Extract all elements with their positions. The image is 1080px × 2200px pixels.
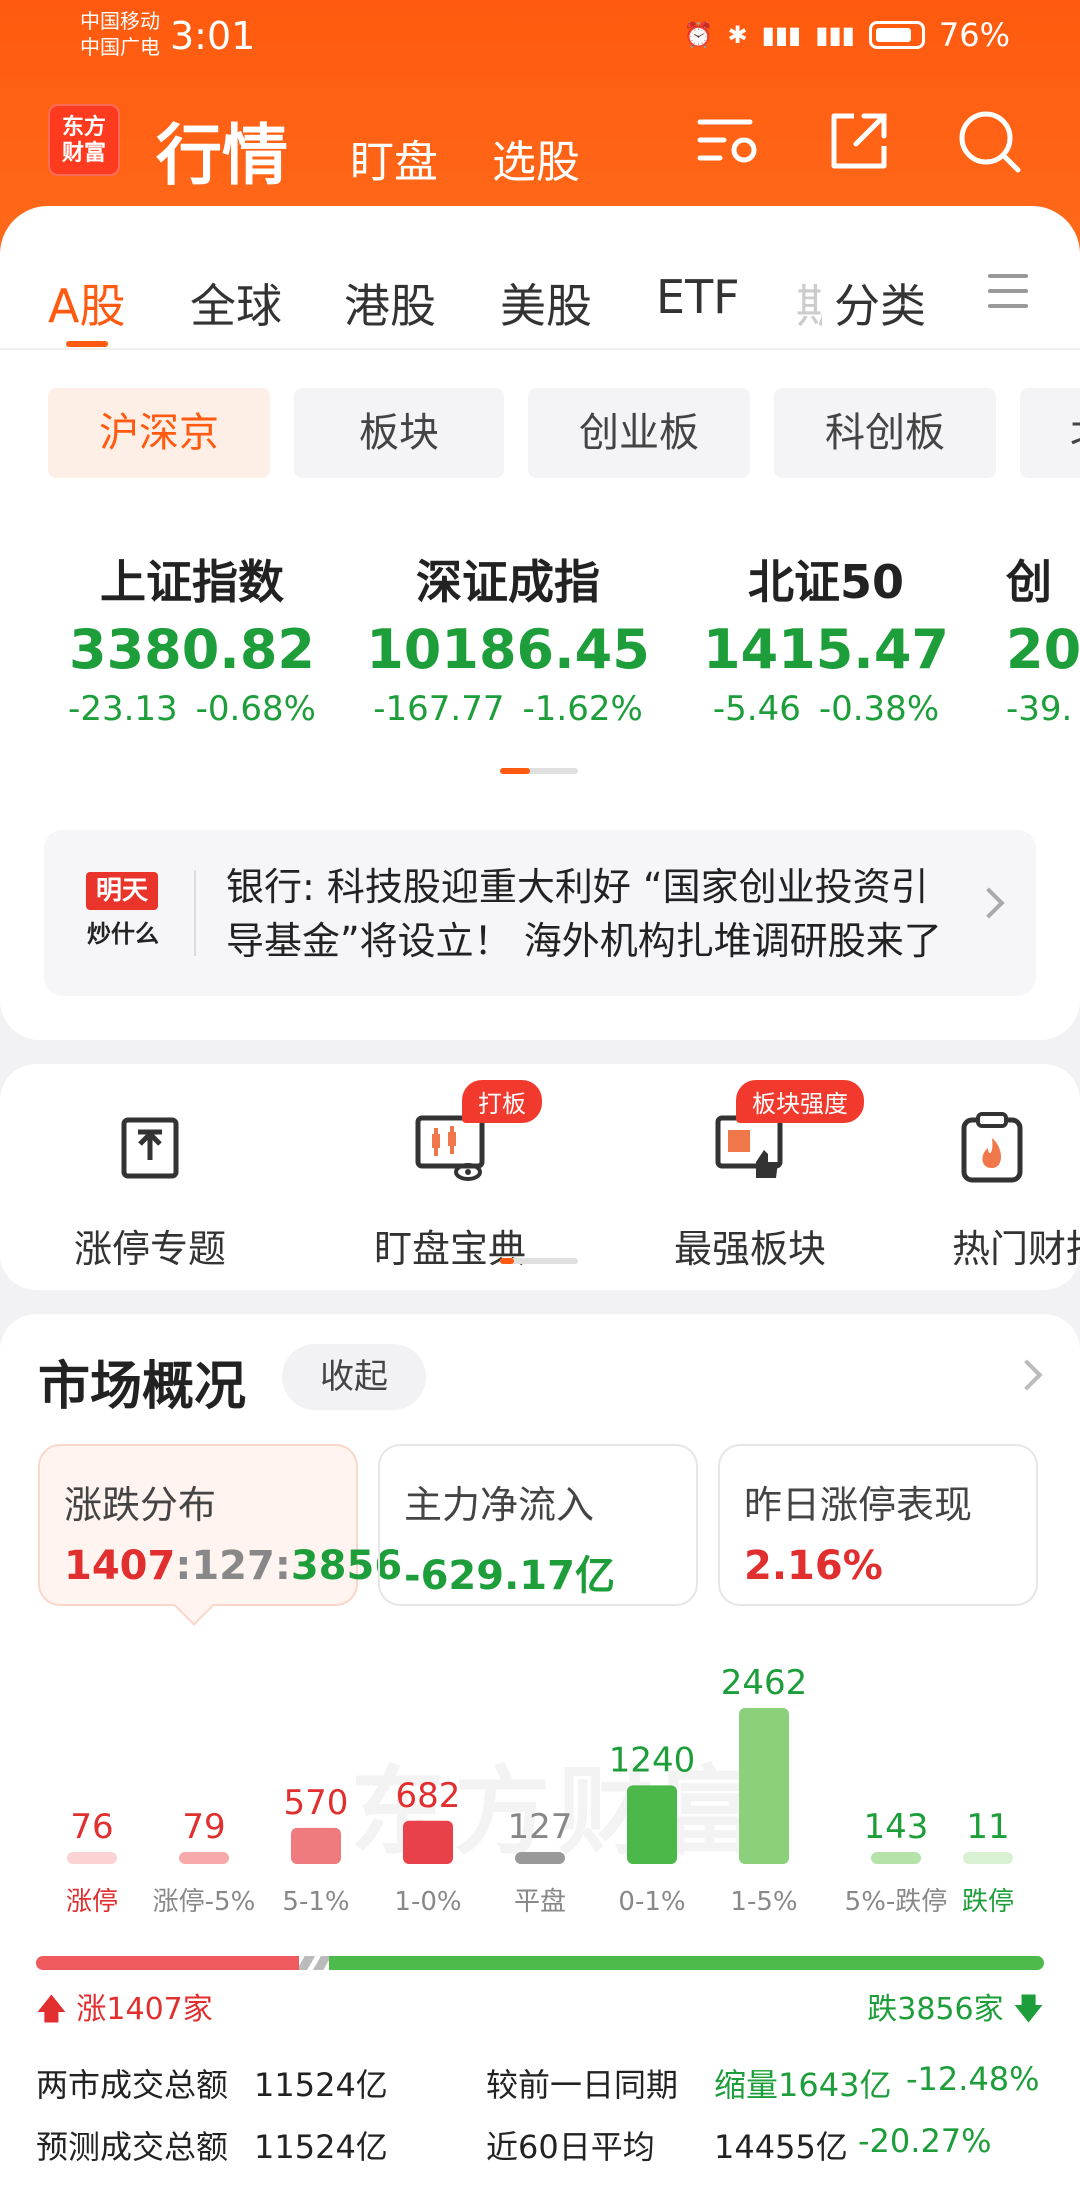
section-title: 市场概况 [38,1357,247,1417]
clipboard-fire-icon [961,1112,1023,1183]
index-card-sz[interactable]: 深证成指 10186.45 -167.77 -1.62% [358,546,658,729]
subtab-sector[interactable]: 板块 [294,388,504,478]
category-label-8: 跌停 [962,1887,1014,1917]
top-nav: 东方 财富 行情 盯盘 选股 [0,96,1080,194]
category-label-4: 平盘 [514,1887,566,1917]
carrier-info: 中国移动 中国广电 [80,9,160,59]
distribution-bar-chart: 76 涨停 79 涨停-5% 570 5-1% 682 1-0% 127 平盘 1240 0-1% 24… [66,1663,1014,1917]
tab-futures-partial[interactable]: 期 [796,270,822,336]
bar-2 [291,1827,341,1864]
status-bar: 中国移动 中国广电 3:01 ⏰ ✱ ▮▮▮ ▮▮▮ 76% [0,0,1080,70]
search-icon[interactable] [954,106,1024,176]
bar-0 [67,1852,117,1864]
rise-total: 🡅 涨1407家 [36,1992,213,2027]
news-logo: 明天 炒什么 [80,872,166,956]
nav-link-watch[interactable]: 盯盘 [350,126,438,190]
bar-4 [515,1852,565,1864]
fall-total: 跌3856家 🡇 [867,1992,1044,2027]
category-label-3: 1-0% [394,1887,461,1917]
rise-fall-ratio-bar [36,1956,1044,1970]
bar-value-label-7: 143 [864,1807,929,1847]
chevron-right-icon[interactable] [1011,1359,1043,1391]
index-card-sh[interactable]: 上证指数 3380.82 -23.13 -0.68% [42,546,342,729]
category-label-5: 0-1% [618,1887,685,1917]
flat-count: 127 [191,1543,275,1589]
signal-icon-2: ▮▮▮ [815,21,855,49]
bar-6 [739,1708,789,1864]
index-card-partial[interactable]: 创 20 -39. [1006,546,1080,729]
app-logo: 东方 财富 [48,104,120,176]
menu-icon[interactable] [988,274,1028,319]
category-label-7: 5%-跌停 [845,1887,948,1917]
index-card-bz50[interactable]: 北证50 1415.47 -5.46 -0.38% [676,546,976,729]
news-banner[interactable]: 明天 炒什么 银行: 科技股迎重大利好 “国家创业投资引导基金”将设立！ 海外机… [44,830,1036,996]
badge-daban: 打板 [462,1080,542,1123]
subtab-hushenjing[interactable]: 沪深京 [48,388,270,478]
tab-category[interactable]: 分类 [834,270,926,336]
alarm-icon: ⏰ [683,21,714,49]
news-text: 银行: 科技股迎重大利好 “国家创业投资引导基金”将设立！ 海外机构扎堆调研股来… [226,865,942,963]
tab-indicator [66,341,108,347]
tab-a-share[interactable]: A股 [48,270,125,336]
fall-segment [329,1956,1044,1970]
rise-count: 1407 [64,1543,176,1589]
tools-panel: 涨停专题 盯盘宝典 打板 最强板块 板块强度 热门财报 [0,1064,1080,1290]
tab-us[interactable]: 美股 [500,270,592,336]
tool-hot-earnings[interactable]: 热门财报 [930,1084,1080,1273]
bar-1 [179,1852,229,1864]
bar-value-label-6: 2462 [721,1663,808,1703]
market-main-panel: A股 全球 港股 美股 ETF 期 分类 沪深京 板块 创业板 科创板 北 上证… [0,206,1080,1040]
settings-list-icon[interactable] [694,106,764,176]
index-pager [500,768,578,774]
collapse-button[interactable]: 收起 [282,1344,426,1410]
stat-main-net-inflow[interactable]: 主力净流入 -629.17亿 [378,1444,698,1606]
bar-value-label-1: 79 [182,1807,225,1847]
bar-3 [403,1820,453,1864]
signal-icon: ▮▮▮ [761,21,802,49]
chevron-right-icon [973,887,1005,919]
tools-pager [500,1258,578,1264]
bar-5 [627,1785,677,1864]
rise-segment [36,1956,300,1970]
subtab-star[interactable]: 科创板 [774,388,996,478]
tab-global[interactable]: 全球 [190,270,282,336]
share-icon[interactable] [824,106,894,176]
bluetooth-icon: ✱ [727,21,748,49]
page-title: 行情 [156,117,288,194]
upload-box-icon [121,1117,179,1179]
battery-icon [868,21,925,49]
bar-value-label-8: 11 [966,1807,1009,1847]
badge-sector-strength: 板块强度 [736,1080,864,1123]
market-overview-panel: 市场概况 收起 涨跌分布 1407:127:3856 主力净流入 -629.17… [0,1314,1080,2200]
bar-7 [871,1852,921,1864]
bar-value-label-2: 570 [284,1783,349,1823]
tab-etf[interactable]: ETF [656,270,740,324]
market-tabs: A股 全球 港股 美股 ETF 期 分类 [0,256,1080,350]
battery-level: 76% [938,16,1010,54]
bar-value-label-3: 682 [396,1776,461,1816]
tool-limit-up[interactable]: 涨停专题 [30,1084,270,1273]
bar-value-label-5: 1240 [609,1740,696,1780]
bar-value-label-4: 127 [508,1807,573,1847]
flat-segment [299,1956,330,1970]
status-icons: ⏰ ✱ ▮▮▮ ▮▮▮ 76% [684,16,1010,54]
subtab-partial[interactable]: 北 [1020,388,1080,478]
category-label-2: 5-1% [282,1887,349,1917]
category-label-1: 涨停-5% [153,1887,256,1917]
stat-rise-fall-distribution[interactable]: 涨跌分布 1407:127:3856 [38,1444,402,1606]
category-label-6: 1-5% [730,1887,797,1917]
nav-link-stock-pick[interactable]: 选股 [492,126,580,190]
bar-value-label-0: 76 [70,1807,113,1847]
clock: 3:01 [170,14,256,58]
bar-8 [963,1852,1013,1864]
tab-hk[interactable]: 港股 [344,270,436,336]
arrow-down-icon: 🡇 [1013,1992,1044,2027]
arrow-up-icon: 🡅 [36,1992,67,2027]
subtab-chinext[interactable]: 创业板 [528,388,750,478]
stat-yesterday-limit-up[interactable]: 昨日涨停表现 2.16% [718,1444,1038,1606]
category-label-0: 涨停 [66,1887,118,1917]
divider [194,870,196,956]
